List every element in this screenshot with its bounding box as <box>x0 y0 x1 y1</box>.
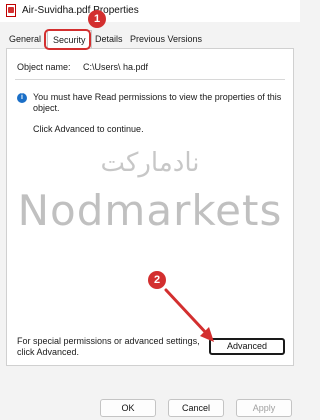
continue-instruction: Click Advanced to continue. <box>33 124 144 134</box>
watermark-latin: Nodmarkets <box>17 186 283 235</box>
cancel-button[interactable]: Cancel <box>168 399 224 417</box>
info-icon: i <box>17 93 27 103</box>
watermark-arabic: نادماركت <box>100 148 200 178</box>
step-2-badge: 2 <box>148 271 166 289</box>
permission-message: You must have Read permissions to view t… <box>33 92 282 113</box>
object-name-label: Object name: <box>17 62 71 72</box>
ok-button[interactable]: OK <box>100 399 156 417</box>
tab-general[interactable]: General <box>9 34 41 44</box>
pdf-file-icon <box>6 4 16 17</box>
tab-details[interactable]: Details <box>95 34 123 44</box>
step-1-badge: 1 <box>88 10 106 28</box>
advanced-settings-text: For special permissions or advanced sett… <box>17 336 200 357</box>
title-bar: Air-Suvidha.pdf Properties <box>0 0 300 22</box>
tab-previous-versions[interactable]: Previous Versions <box>130 34 202 44</box>
separator <box>15 79 285 80</box>
apply-button[interactable]: Apply <box>236 399 292 417</box>
security-tab-highlight <box>44 29 91 50</box>
dialog-button-bar: OK Cancel Apply <box>0 372 300 420</box>
advanced-button[interactable]: Advanced <box>209 338 285 355</box>
object-name-value: C:\Users\ ha.pdf <box>83 62 149 72</box>
window-title: Air-Suvidha.pdf Properties <box>22 5 139 16</box>
